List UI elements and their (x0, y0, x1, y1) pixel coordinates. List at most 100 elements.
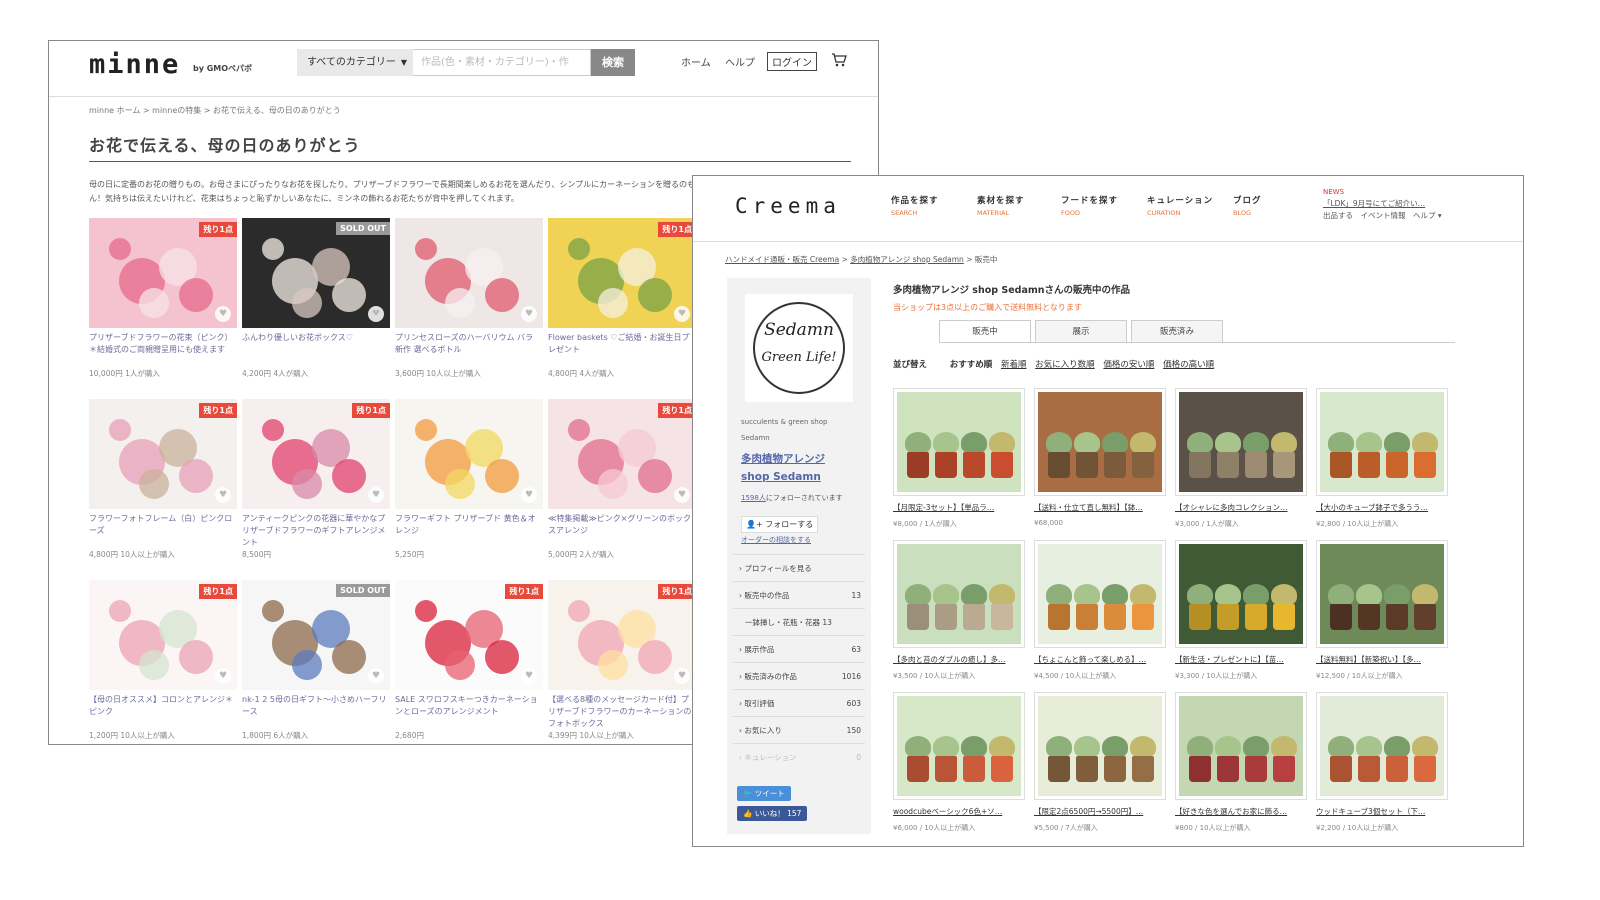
product-name[interactable]: プリザーブドフラワーの花束（ピンク）＊結婚式のご両親贈呈用にも使えます (89, 332, 237, 368)
product-card[interactable]: ウッドキューブ3個セット（下… ¥2,200 / 10人以上が購入 (1316, 692, 1448, 833)
product-name[interactable]: Flower baskets ♡ご結婚・お誕生日プレゼント (548, 332, 696, 368)
heart-icon[interactable]: ♥ (215, 668, 231, 684)
product-image[interactable]: ♥ (395, 218, 543, 328)
sidebar-menu-item[interactable]: › 展示作品 63 (733, 635, 865, 662)
heart-icon[interactable]: ♥ (521, 487, 537, 503)
heart-icon[interactable]: ♥ (521, 668, 537, 684)
product-image[interactable] (1034, 540, 1166, 648)
product-name[interactable]: 【送料・仕立て直し無料】【鉢… (1034, 502, 1166, 513)
product-card[interactable]: 【多肉と苔のダブルの癒し】多… ¥3,500 / 10人以上が購入 (893, 540, 1025, 681)
shop-logo[interactable]: Sedamn Green Life! (745, 294, 853, 402)
product-card[interactable]: 残り1点 ♥ アンティークピンクの花器に華やかなプリザーブドフラワーのギフトアレンジ… (242, 399, 390, 560)
heart-icon[interactable]: ♥ (368, 668, 384, 684)
product-name[interactable]: プリンセスローズのハーバリウム バラ 新作 選べるボトル (395, 332, 543, 368)
sidebar-menu-item[interactable]: 一鉢挿し・花瓶・花器 13 (733, 608, 865, 635)
heart-icon[interactable]: ♥ (674, 306, 690, 322)
nav-blog[interactable]: ブログ BLOG (1233, 194, 1262, 217)
minne-logo[interactable]: minne (89, 49, 180, 80)
tweet-button[interactable]: 🐦 ツイート (737, 786, 791, 801)
cart-icon[interactable] (831, 52, 847, 72)
facebook-like-button[interactable]: 👍 いいね！ 157 (737, 806, 808, 821)
product-name[interactable]: 【送料無料】【新築祝い】【多… (1316, 654, 1448, 665)
tab-on-sale[interactable]: 販売中 (939, 320, 1031, 342)
follow-button[interactable]: 👤+ フォローする (741, 516, 819, 533)
sort-newest[interactable]: 新着順 (1001, 360, 1027, 370)
product-name[interactable]: nk-1 2 5母の日ギフト〜小さめハーフリース (242, 694, 390, 730)
sidebar-menu-item[interactable]: › 取引評価 603 (733, 689, 865, 716)
product-card[interactable]: ♥ フラワーギフト プリザーブド 黄色＆オレンジ 5,250円 (395, 399, 543, 560)
product-image[interactable] (893, 692, 1025, 800)
heart-icon[interactable]: ♥ (674, 668, 690, 684)
sort-price-high[interactable]: 価格の高い順 (1163, 360, 1214, 370)
nav-curation[interactable]: キュレーション CURATION (1147, 194, 1213, 217)
shop-name-link[interactable]: 多肉植物アレンジ shop Sedamn (741, 450, 825, 486)
product-image[interactable] (1175, 540, 1307, 648)
product-image[interactable]: 残り1点 ♥ (548, 580, 696, 690)
sidebar-menu-item[interactable]: › キュレーション 0 (733, 743, 865, 770)
category-select[interactable]: すべてのカテゴリー ▼ (297, 49, 413, 76)
product-card[interactable]: 【月限定-3セット】【単品ラ… ¥8,000 / 1人が購入 (893, 388, 1025, 529)
product-image[interactable]: 残り1点 ♥ (242, 399, 390, 509)
sidebar-menu-item[interactable]: › プロフィールを見る (733, 554, 865, 581)
product-image[interactable] (893, 388, 1025, 496)
product-image[interactable]: SOLD OUT ♥ (242, 580, 390, 690)
sort-recommended[interactable]: おすすめ順 (950, 360, 993, 370)
product-image[interactable] (1316, 540, 1448, 648)
nav-food[interactable]: フードを探す FOOD (1061, 194, 1118, 217)
product-image[interactable] (1175, 388, 1307, 496)
product-card[interactable]: 残り1点 ♥ Flower baskets ♡ご結婚・お誕生日プレゼント 4,800円… (548, 218, 696, 379)
product-name[interactable]: 【大小のキューブ鉢子で多うう… (1316, 502, 1448, 513)
product-card[interactable]: 残り1点 ♥ 【選べる8種のメッセージカード付】プリザーブドフラワーのカーネーション… (548, 580, 696, 741)
product-card[interactable]: ♥ プリンセスローズのハーバリウム バラ 新作 選べるボトル 3,600円 10人以… (395, 218, 543, 379)
nav-help-link[interactable]: ヘルプ (725, 54, 755, 69)
product-name[interactable]: woodcubeベーシック6色+ソ… (893, 806, 1025, 817)
product-card[interactable]: 残り1点 ♥ フラワーフォトフレーム（白）ピンクローズ 4,800円 10人以上が購入 (89, 399, 237, 560)
product-card[interactable]: 残り1点 ♥ 【母の日オススメ】コロンとアレンジ＊ピンク 1,200円 10人以上が購… (89, 580, 237, 741)
product-image[interactable]: SOLD OUT ♥ (242, 218, 390, 328)
product-name[interactable]: 【新生活・プレゼントに】【苗… (1175, 654, 1307, 665)
product-name[interactable]: ふんわり優しいお花ボックス♡ (242, 332, 390, 368)
search-input[interactable]: 作品(色・素材・カテゴリー)・作 (413, 49, 591, 76)
product-name[interactable]: 【母の日オススメ】コロンとアレンジ＊ピンク (89, 694, 237, 730)
product-card[interactable]: 【ちょこんと飾って楽しめる】… ¥4,500 / 10人以上が購入 (1034, 540, 1166, 681)
tab-exhibit[interactable]: 展示 (1035, 320, 1127, 342)
heart-icon[interactable]: ♥ (521, 306, 537, 322)
nav-material[interactable]: 素材を探す MATERIAL (977, 194, 1025, 217)
product-name[interactable]: 【ちょこんと飾って楽しめる】… (1034, 654, 1166, 665)
product-image[interactable] (1175, 692, 1307, 800)
product-card[interactable]: 残り1点 ♥ ≪特集掲載≫ピンク×グリーンのボックスアレンジ 5,000円 2人が購入 (548, 399, 696, 560)
product-card[interactable]: 残り1点 ♥ プリザーブドフラワーの花束（ピンク）＊結婚式のご両親贈呈用にも使えます… (89, 218, 237, 379)
sort-price-low[interactable]: 価格の安い順 (1103, 360, 1154, 370)
product-name[interactable]: 【オシャレに多肉コレクション… (1175, 502, 1307, 513)
product-name[interactable]: フラワーギフト プリザーブド 黄色＆オレンジ (395, 513, 543, 549)
sidebar-menu-item[interactable]: › 販売中の作品 13 (733, 581, 865, 608)
order-consult-link[interactable]: オーダーの相談をする (741, 535, 811, 545)
product-card[interactable]: 【大小のキューブ鉢子で多うう… ¥2,800 / 10人以上が購入 (1316, 388, 1448, 529)
product-name[interactable]: 【選べる8種のメッセージカード付】プリザーブドフラワーのカーネーションのフォトボ… (548, 694, 696, 730)
heart-icon[interactable]: ♥ (215, 487, 231, 503)
product-card[interactable]: 【オシャレに多肉コレクション… ¥3,000 / 1人が購入 (1175, 388, 1307, 529)
product-image[interactable] (1316, 692, 1448, 800)
product-image[interactable]: 残り1点 ♥ (89, 399, 237, 509)
product-image[interactable] (893, 540, 1025, 648)
product-name[interactable]: SALE スワロフスキーつきカーネーションとローズのアレンジメント (395, 694, 543, 730)
tab-sold[interactable]: 販売済み (1131, 320, 1223, 342)
product-name[interactable]: ウッドキューブ3個セット（下… (1316, 806, 1448, 817)
follower-count-link[interactable]: 1598人 (741, 494, 766, 502)
product-card[interactable]: 残り1点 ♥ SALE スワロフスキーつきカーネーションとローズのアレンジメント 2,… (395, 580, 543, 741)
product-card[interactable]: 【好きな色を選んでお家に飾る… ¥800 / 10人以上が購入 (1175, 692, 1307, 833)
heart-icon[interactable]: ♥ (368, 487, 384, 503)
nav-home-link[interactable]: ホーム (681, 54, 711, 69)
product-card[interactable]: 【新生活・プレゼントに】【苗… ¥3,300 / 10人以上が購入 (1175, 540, 1307, 681)
news-link[interactable]: 「LDK」9月号にてご紹介い… (1323, 199, 1425, 208)
sidebar-menu-item[interactable]: › お気に入り 150 (733, 716, 865, 743)
login-button[interactable]: ログイン (767, 52, 817, 71)
header-links[interactable]: 出品する イベント情報 ヘルプ ▾ (1323, 211, 1442, 220)
product-image[interactable]: 残り1点 ♥ (548, 218, 696, 328)
nav-search[interactable]: 作品を探す SEARCH (891, 194, 939, 217)
heart-icon[interactable]: ♥ (215, 306, 231, 322)
product-card[interactable]: 【送料無料】【新築祝い】【多… ¥12,500 / 10人以上が購入 (1316, 540, 1448, 681)
search-button[interactable]: 検索 (591, 49, 635, 76)
product-image[interactable] (1034, 692, 1166, 800)
product-name[interactable]: ≪特集掲載≫ピンク×グリーンのボックスアレンジ (548, 513, 696, 549)
